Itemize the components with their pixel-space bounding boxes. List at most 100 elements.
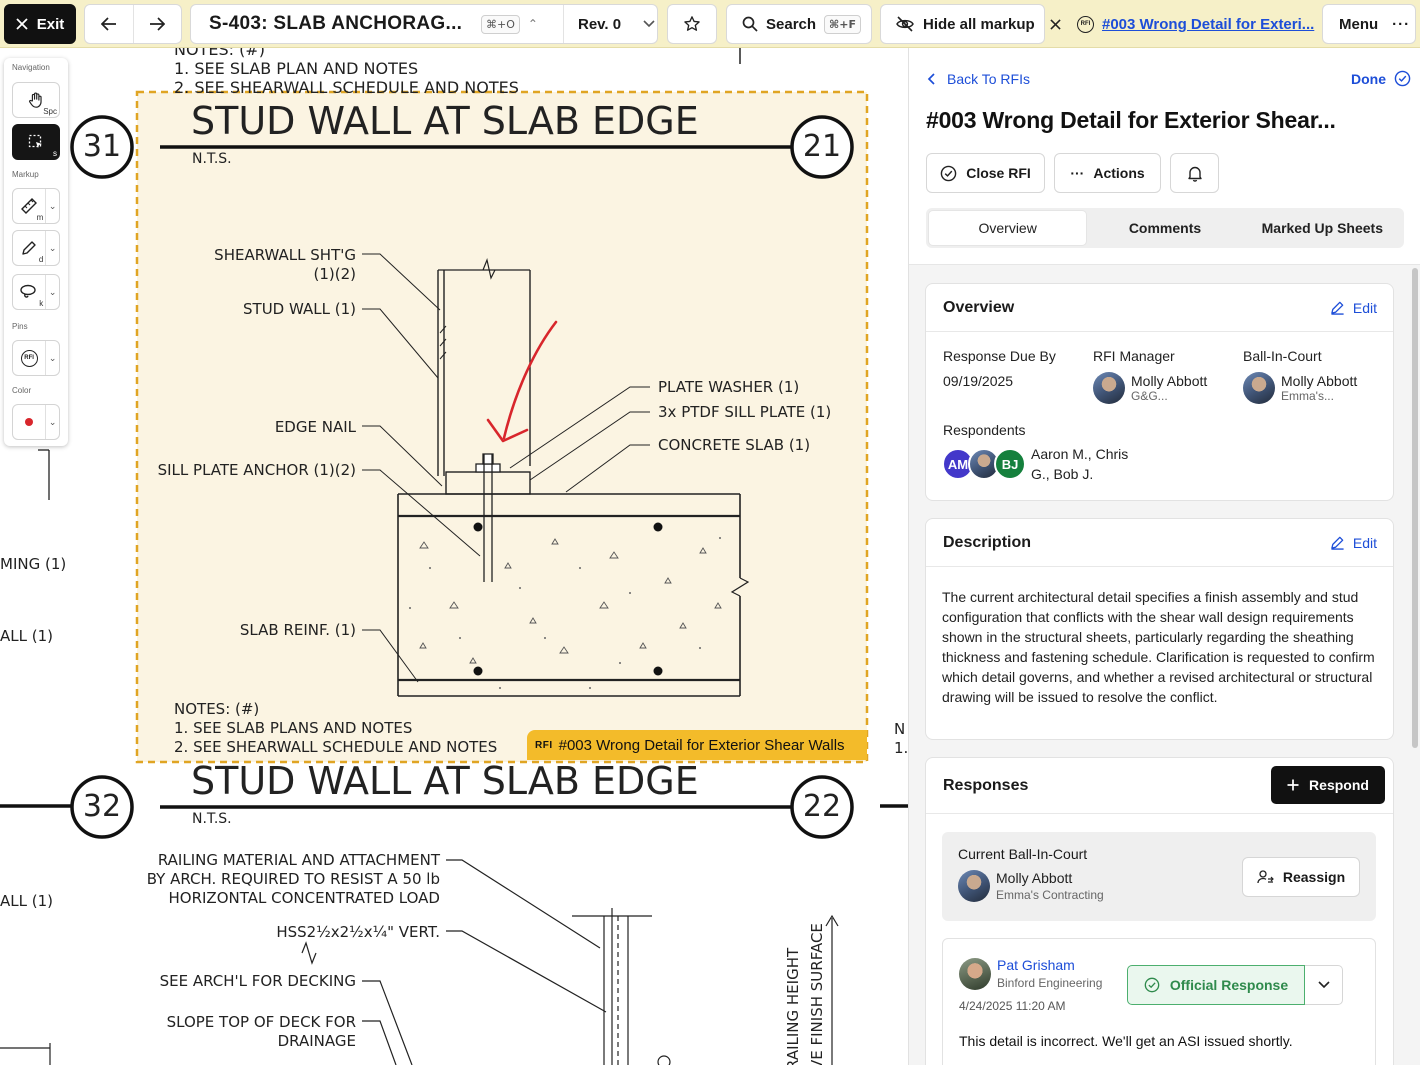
- avatar: [958, 870, 990, 902]
- rfi-title: #003 Wrong Detail for Exterior Shear...: [926, 107, 1336, 133]
- revision-dropdown[interactable]: Rev. 0: [563, 5, 659, 43]
- rfi-markup-pin[interactable]: RFI #003 Wrong Detail for Exterior Shear…: [527, 730, 867, 760]
- pencil-icon: [22, 241, 36, 255]
- favorite-button[interactable]: [667, 4, 717, 44]
- chevron-down-icon[interactable]: ⌄: [45, 275, 59, 309]
- user-swap-icon: [1257, 870, 1274, 884]
- official-response-button[interactable]: Official Response: [1127, 965, 1305, 1005]
- ball-in-court-name: Molly Abbott: [1281, 373, 1358, 389]
- ball-in-court-person[interactable]: Molly Abbott Emma's...: [1243, 372, 1357, 404]
- label-slab-reinforcement: SLAB REINF. (1): [239, 621, 356, 639]
- edit-description-button[interactable]: Edit: [1330, 535, 1377, 551]
- back-label: Back To RFIs: [947, 70, 1030, 87]
- tab-marked-up-sheets[interactable]: Marked Up Sheets: [1244, 211, 1401, 245]
- chevron-down-icon[interactable]: ⌄: [45, 405, 59, 439]
- notifications-button[interactable]: [1170, 153, 1219, 193]
- rfi-manager-label: RFI Manager: [1093, 348, 1175, 364]
- response-author[interactable]: Pat Grisham Binford Engineering: [959, 957, 1102, 990]
- measure-tool-button[interactable]: m ⌄: [12, 188, 60, 224]
- next-sheet-button[interactable]: [132, 5, 181, 43]
- detail-number-31: 31: [82, 129, 122, 164]
- current-bic-person[interactable]: Molly Abbott Emma's Contracting: [958, 870, 1104, 902]
- select-shortcut: s: [53, 149, 57, 158]
- pins-caption: Pins: [12, 322, 28, 331]
- top-note-1: 1. SEE SLAB PLAN AND NOTES: [174, 59, 419, 78]
- respondents-label: Respondents: [943, 422, 1026, 438]
- pan-shortcut: Spc: [43, 107, 57, 116]
- close-rfi-button[interactable]: Close RFI: [926, 153, 1045, 193]
- panel-scroll-area[interactable]: Overview Edit Response Due By 09/19/2025…: [909, 264, 1420, 1065]
- previous-sheet-button[interactable]: [85, 5, 133, 43]
- reassign-label: Reassign: [1282, 869, 1346, 885]
- search-icon: [742, 16, 758, 32]
- rfi-tabs: Overview Comments Marked Up Sheets: [926, 208, 1404, 248]
- label-railing-line-2: BY ARCH. REQUIRED TO RESIST A 50 lb: [146, 870, 440, 888]
- tab-comments[interactable]: Comments: [1086, 211, 1243, 245]
- edit-overview-button[interactable]: Edit: [1330, 300, 1377, 316]
- done-button[interactable]: Done: [1351, 70, 1411, 87]
- ruler-shortcut: m: [36, 213, 44, 222]
- more-horizontal-icon: ···: [1070, 165, 1085, 181]
- label-railing-height: RAILING HEIGHT: [784, 947, 802, 1065]
- chevron-down-icon[interactable]: ⌄: [45, 231, 59, 265]
- left-edge-label-2: ALL (1): [0, 627, 53, 645]
- draw-tool-button[interactable]: d ⌄: [12, 230, 60, 266]
- response-author-name[interactable]: Pat Grisham: [997, 957, 1102, 973]
- right-edge-label-2: 1.: [894, 739, 908, 757]
- panel-scrollbar[interactable]: [1412, 268, 1418, 748]
- hide-markup-button[interactable]: Hide all markup: [880, 4, 1045, 44]
- reassign-button[interactable]: Reassign: [1242, 857, 1360, 897]
- search-button[interactable]: Search ⌘+F: [726, 4, 872, 44]
- overview-card: Overview Edit Response Due By 09/19/2025…: [925, 283, 1394, 501]
- sheet-shortcut: ⌘+O: [481, 14, 520, 34]
- label-railing-line-3: HORIZONTAL CONCENTRATED LOAD: [168, 889, 440, 907]
- exit-label: Exit: [36, 15, 65, 33]
- due-date-value: 09/19/2025: [943, 373, 1014, 389]
- sheet-selector[interactable]: S-403: SLAB ANCHORAG... ⌘+O ⌃ Rev. 0: [190, 4, 658, 44]
- ball-in-court-company: Emma's...: [1281, 389, 1334, 403]
- rfi-manager-person[interactable]: Molly Abbott G&G...: [1093, 372, 1207, 404]
- search-label: Search: [766, 15, 817, 33]
- detail-2-scale: N.T.S.: [192, 811, 232, 827]
- lasso-icon: [20, 284, 36, 298]
- rfi-detail-panel: Back To RFIs Done #003 Wrong Detail for …: [908, 48, 1420, 1065]
- tab-overview[interactable]: Overview: [929, 211, 1087, 245]
- star-icon: [684, 16, 700, 31]
- label-railing-line-1: RAILING MATERIAL AND ATTACHMENT: [157, 851, 440, 869]
- rfi-pin-icon: RFI: [1077, 15, 1094, 33]
- actions-label: Actions: [1093, 165, 1145, 181]
- menu-button[interactable]: Menu ···: [1322, 4, 1416, 44]
- drawing-canvas[interactable]: NOTES: (#) 1. SEE SLAB PLAN AND NOTES 2.…: [0, 48, 908, 1065]
- markup-caption: Markup: [12, 170, 39, 179]
- response-options-dropdown[interactable]: [1305, 965, 1343, 1005]
- color-picker-button[interactable]: ⌄: [12, 404, 60, 440]
- select-tool-button[interactable]: s: [12, 124, 60, 160]
- avatar: [959, 957, 991, 990]
- respond-button[interactable]: Respond: [1271, 766, 1385, 804]
- revision-label: Rev. 0: [578, 15, 622, 33]
- label-concrete-slab: CONCRETE SLAB (1): [658, 436, 811, 454]
- close-rfi-tab-icon[interactable]: [1050, 18, 1061, 30]
- rfi-tab-link[interactable]: #003 Wrong Detail for Exteri...: [1102, 16, 1314, 33]
- description-card-header: Description Edit: [926, 519, 1393, 567]
- chevron-down-icon[interactable]: ⌄: [45, 341, 59, 375]
- actions-button[interactable]: ··· Actions: [1054, 153, 1161, 193]
- label-edge-nail: EDGE NAIL: [274, 418, 356, 436]
- label-shearwall-sheathing: SHEARWALL SHT'G: [214, 246, 356, 264]
- close-rfi-label: Close RFI: [966, 165, 1031, 181]
- pan-tool-button[interactable]: Spc: [12, 82, 60, 118]
- pin-tool-button[interactable]: RFI ⌄: [12, 340, 60, 376]
- label-shearwall-notes: (1)(2): [313, 265, 357, 283]
- avatar-bj: BJ: [994, 448, 1026, 480]
- label-hss-vertical: HSS2½x2½x¼" VERT.: [276, 923, 440, 941]
- response-text: This detail is incorrect. We'll get an A…: [959, 1033, 1293, 1049]
- exit-button[interactable]: Exit: [4, 4, 76, 44]
- check-circle-icon: [940, 165, 957, 181]
- description-card: Description Edit The current architectur…: [925, 518, 1394, 740]
- back-to-rfis-link[interactable]: Back To RFIs: [927, 71, 1030, 87]
- arrow-right-icon: [150, 17, 166, 31]
- chevron-down-icon[interactable]: ⌄: [45, 189, 59, 223]
- cloud-tool-button[interactable]: k ⌄: [12, 274, 60, 310]
- pencil-icon: [1331, 301, 1344, 315]
- label-stud-wall: STUD WALL (1): [243, 300, 356, 318]
